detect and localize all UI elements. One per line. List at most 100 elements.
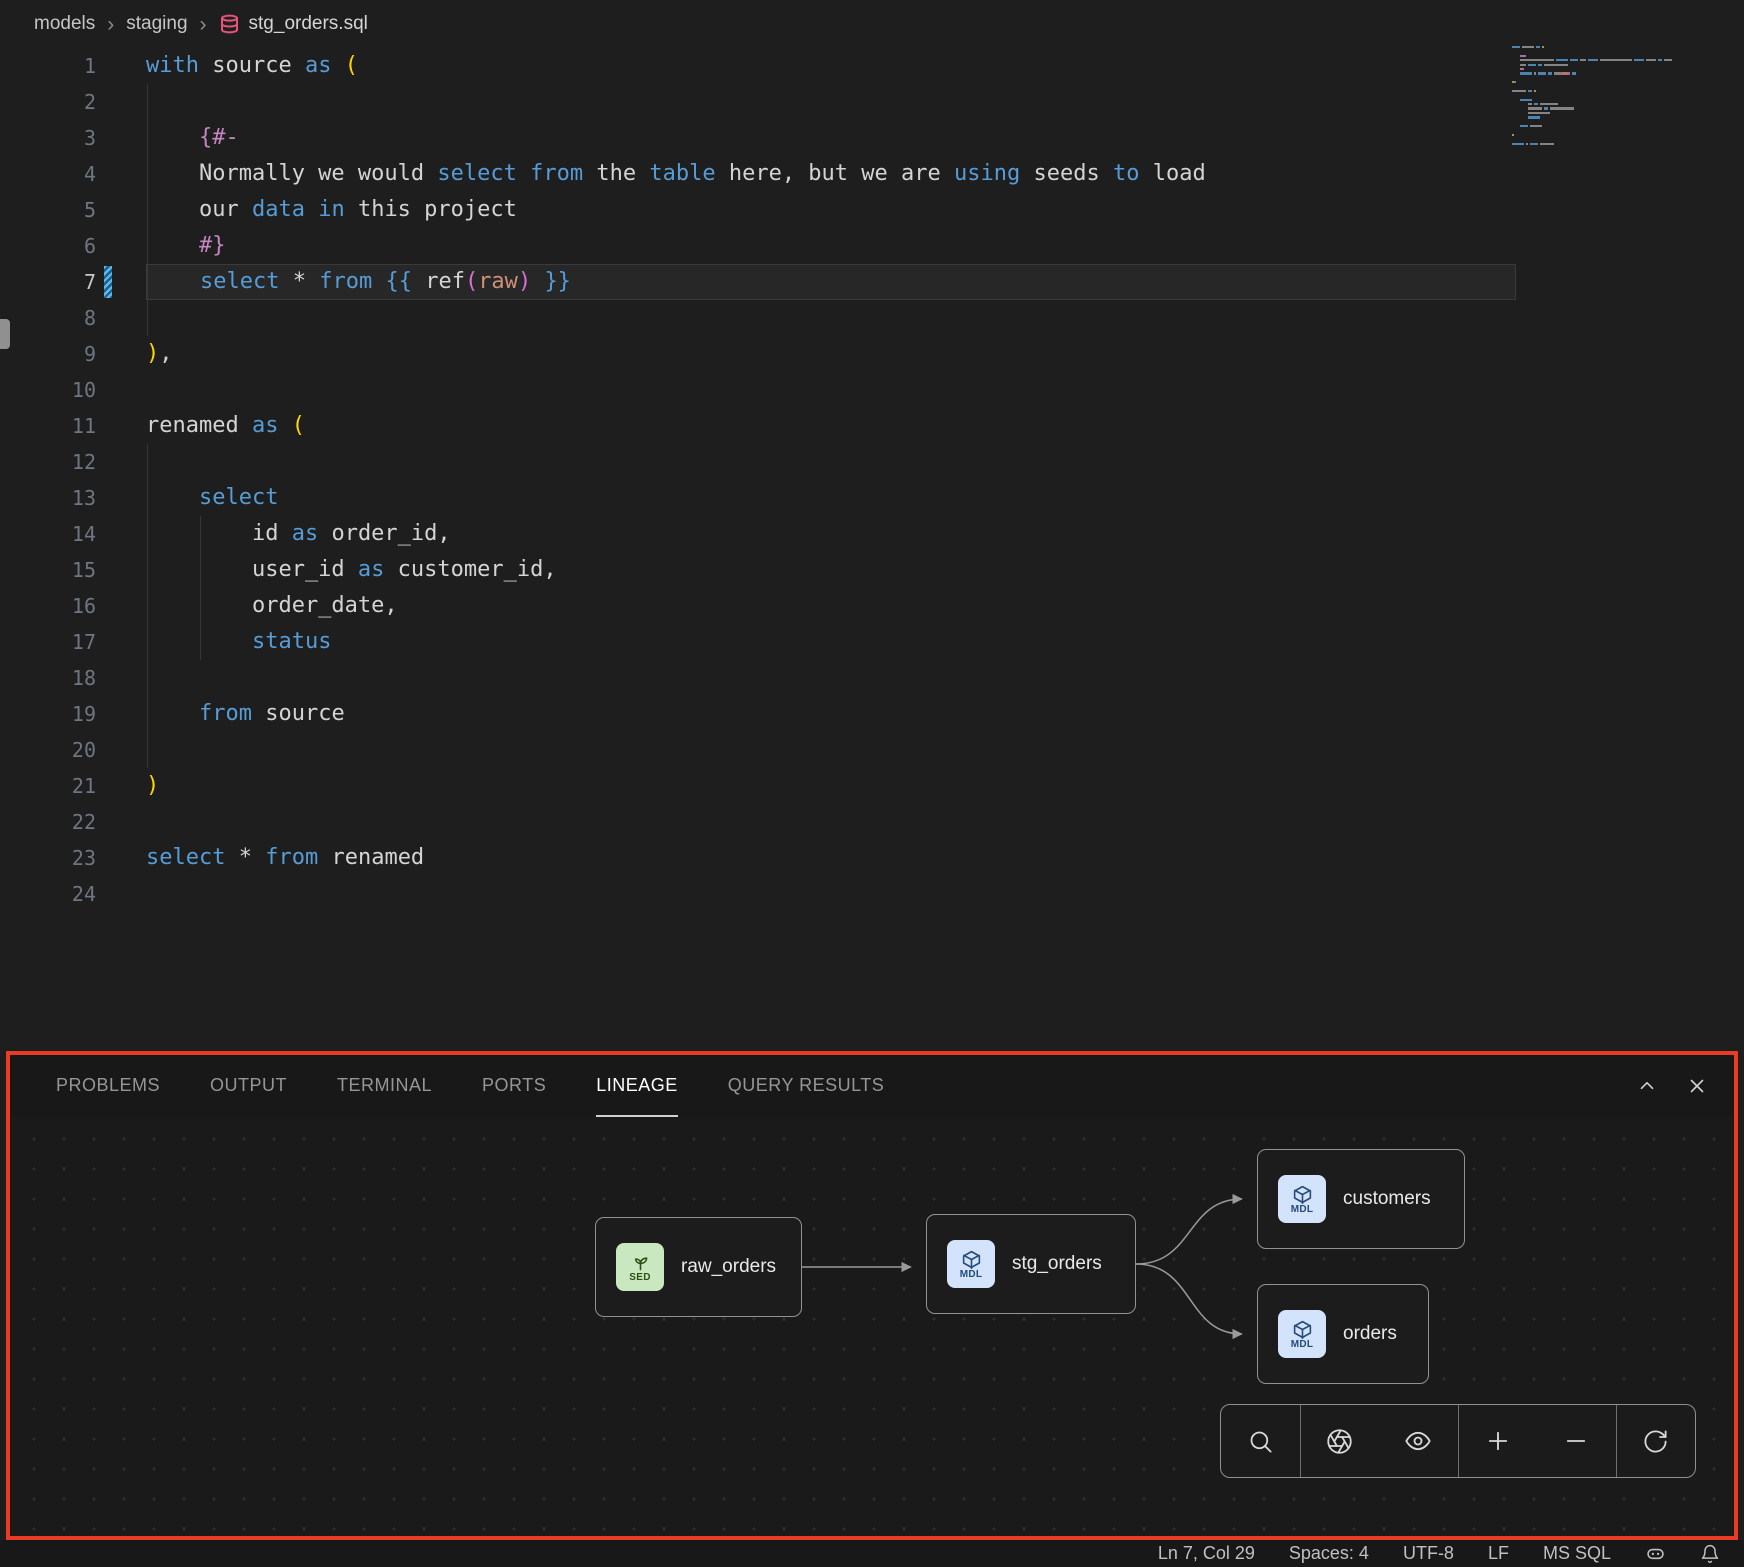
code-line-15[interactable]: user_id as customer_id, xyxy=(146,552,1516,588)
panel-tab-terminal[interactable]: TERMINAL xyxy=(337,1055,432,1117)
code-token: * xyxy=(239,845,252,870)
status-cursor-position[interactable]: Ln 7, Col 29 xyxy=(1158,1543,1255,1564)
lineage-aperture-button[interactable] xyxy=(1300,1405,1380,1477)
lineage-zoom-out-button[interactable] xyxy=(1537,1405,1616,1477)
line-number: 6 xyxy=(0,228,96,264)
lineage-node-orders[interactable]: MDL orders xyxy=(1257,1284,1429,1384)
line-number: 10 xyxy=(0,372,96,408)
node-label: customers xyxy=(1343,1188,1431,1210)
lineage-canvas[interactable]: SEDraw_ordersMDLstg_ordersMDLcustomersMD… xyxy=(10,1117,1734,1536)
model-cube-icon xyxy=(1292,1319,1313,1340)
maximize-panel-button[interactable] xyxy=(1636,1075,1658,1097)
breadcrumb-item-models[interactable]: models xyxy=(34,13,95,35)
model-cube-icon xyxy=(961,1249,982,1270)
line-number: 9 xyxy=(0,336,96,372)
panel-tab-output[interactable]: OUTPUT xyxy=(210,1055,287,1117)
minimap-row xyxy=(1512,143,1708,145)
panel-tab-problems[interactable]: PROBLEMS xyxy=(56,1055,160,1117)
panel-tab-query-results[interactable]: QUERY RESULTS xyxy=(728,1055,885,1117)
panel-actions xyxy=(1636,1075,1708,1097)
code-token: }} xyxy=(544,269,571,294)
code-token: ) xyxy=(146,773,159,798)
code-token: select xyxy=(146,845,225,870)
lineage-visibility-button[interactable] xyxy=(1379,1405,1458,1477)
code-line-16[interactable]: order_date, xyxy=(146,588,1516,624)
code-token: using xyxy=(954,161,1020,186)
code-line-18[interactable] xyxy=(146,660,1516,696)
bell-icon xyxy=(1700,1544,1720,1564)
code-line-8[interactable] xyxy=(146,300,1516,336)
code-line-3[interactable]: {#- xyxy=(146,120,1516,156)
code-line-11[interactable]: renamed as ( xyxy=(146,408,1516,444)
badge-label: MDL xyxy=(960,1269,983,1280)
minimap-row xyxy=(1512,129,1708,131)
lineage-refresh-button[interactable] xyxy=(1616,1405,1696,1477)
status-encoding[interactable]: UTF-8 xyxy=(1403,1543,1454,1564)
code-line-7[interactable]: select * from {{ ref(raw) }} xyxy=(146,264,1516,300)
panel-tab-ports[interactable]: PORTS xyxy=(482,1055,546,1117)
lineage-node-raw_orders[interactable]: SEDraw_orders xyxy=(595,1217,802,1317)
code-token xyxy=(278,413,291,438)
code-line-9[interactable]: ), xyxy=(146,336,1516,372)
code-editor[interactable]: 123456789101112131415161718192021222324 … xyxy=(0,48,1744,912)
lineage-zoom-in-button[interactable] xyxy=(1458,1405,1538,1477)
badge-label: MDL xyxy=(1291,1204,1314,1215)
badge-label: MDL xyxy=(1291,1339,1314,1350)
minimap-row xyxy=(1512,72,1708,74)
code-line-24[interactable] xyxy=(146,876,1516,912)
code-token: customer_id, xyxy=(384,557,556,582)
breadcrumb-file-label: stg_orders.sql xyxy=(249,13,368,35)
minimap-row xyxy=(1512,125,1708,127)
code-token: with xyxy=(146,53,199,78)
notifications-bell-button[interactable] xyxy=(1700,1544,1720,1564)
code-token: , xyxy=(159,341,172,366)
code-line-10[interactable] xyxy=(146,372,1516,408)
code-line-6[interactable]: #} xyxy=(146,228,1516,264)
line-number: 1 xyxy=(0,48,96,84)
code-line-19[interactable]: from source xyxy=(146,696,1516,732)
code-line-12[interactable] xyxy=(146,444,1516,480)
close-panel-button[interactable] xyxy=(1686,1075,1708,1097)
minimap-row xyxy=(1512,99,1708,101)
code-token: user_id xyxy=(146,557,358,582)
code-token xyxy=(146,233,199,258)
node-label: orders xyxy=(1343,1323,1397,1345)
code-token: to xyxy=(1113,161,1140,186)
code-token: ) xyxy=(518,269,531,294)
code-token xyxy=(372,269,385,294)
breadcrumb-item-staging[interactable]: staging xyxy=(126,13,187,35)
minimap-row xyxy=(1512,103,1708,105)
code-line-21[interactable]: ) xyxy=(146,768,1516,804)
minimap-row xyxy=(1512,81,1708,83)
code-line-17[interactable]: status xyxy=(146,624,1516,660)
minimap[interactable] xyxy=(1512,46,1708,151)
minimap-row xyxy=(1512,134,1708,136)
code-token: here, but we are xyxy=(716,161,954,186)
code-line-5[interactable]: our data in this project xyxy=(146,192,1516,228)
code-token: order_id, xyxy=(318,521,450,546)
code-line-13[interactable]: select xyxy=(146,480,1516,516)
panel-tabbar: PROBLEMS OUTPUT TERMINAL PORTS LINEAGE QUERY … xyxy=(10,1055,1734,1117)
code-line-14[interactable]: id as order_id, xyxy=(146,516,1516,552)
code-line-4[interactable]: Normally we would select from the table … xyxy=(146,156,1516,192)
code-token xyxy=(146,125,199,150)
code-line-20[interactable] xyxy=(146,732,1516,768)
code-line-2[interactable] xyxy=(146,84,1516,120)
lineage-search-button[interactable] xyxy=(1221,1405,1300,1477)
code-token: load xyxy=(1139,161,1205,186)
copilot-status-button[interactable] xyxy=(1645,1543,1666,1564)
status-eol[interactable]: LF xyxy=(1488,1543,1509,1564)
code-line-23[interactable]: select * from renamed xyxy=(146,840,1516,876)
status-indentation[interactable]: Spaces: 4 xyxy=(1289,1543,1369,1564)
line-number: 13 xyxy=(0,480,96,516)
code-line-1[interactable]: with source as ( xyxy=(146,48,1516,84)
panel-tab-lineage[interactable]: LINEAGE xyxy=(596,1055,678,1117)
code-token: order_date, xyxy=(146,593,398,618)
breadcrumb-file[interactable]: stg_orders.sql xyxy=(219,13,368,35)
status-language-mode[interactable]: MS SQL xyxy=(1543,1543,1611,1564)
lineage-node-customers[interactable]: MDL customers xyxy=(1257,1149,1465,1249)
code-token: data xyxy=(252,197,305,222)
lineage-node-stg_orders[interactable]: MDLstg_orders xyxy=(926,1214,1136,1314)
code-line-22[interactable] xyxy=(146,804,1516,840)
code-token: from xyxy=(319,269,372,294)
